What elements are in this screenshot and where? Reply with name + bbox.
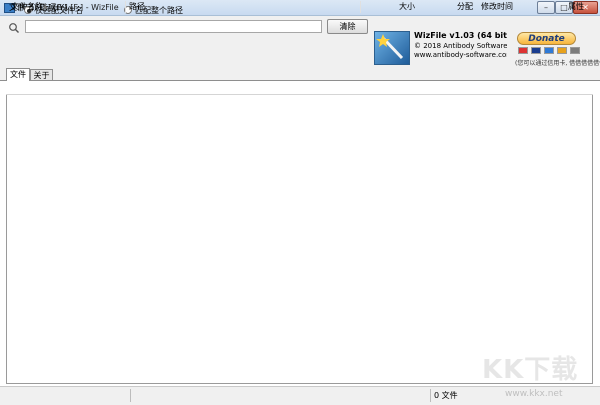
visa-icon [531, 47, 541, 54]
column-header-allocated[interactable]: 分配 [457, 1, 473, 13]
file-count: 0 文件 [434, 391, 458, 400]
discover-icon [557, 47, 567, 54]
app-website[interactable]: www.antibody-software.com [414, 51, 513, 59]
column-header-modified[interactable]: 修改时间 [481, 1, 513, 13]
column-header-size[interactable]: 大小 [399, 1, 415, 13]
list-header [6, 82, 593, 95]
clear-button[interactable]: 清除 [327, 19, 368, 34]
watermark-url: www.kkx.net [505, 389, 563, 399]
app-copyright: © 2018 Antibody Software [414, 42, 508, 50]
app-version: WizFile v1.03 (64 bit) [414, 31, 511, 40]
minimize-button[interactable]: – [537, 1, 555, 14]
status-divider [430, 389, 431, 402]
column-header-attributes[interactable]: 属性 [568, 1, 584, 13]
mastercard-icon [518, 47, 528, 54]
search-input[interactable] [25, 20, 322, 33]
sort-up-icon: ▲ [43, 3, 48, 10]
file-list[interactable] [6, 82, 593, 384]
bank-icon [570, 47, 580, 54]
donate-note: (您可以通过信用卡, 借借借借借借借) [515, 60, 600, 67]
tab-files[interactable]: 文件 [6, 68, 30, 81]
status-divider [130, 389, 131, 402]
column-header-name[interactable]: 文件名称 [11, 1, 126, 13]
tab-about[interactable]: 关于 [30, 69, 53, 81]
wizfile-logo [374, 31, 410, 65]
column-header-path[interactable]: 路径 [129, 1, 361, 13]
donate-button[interactable]: Donate [517, 32, 576, 45]
amex-icon [544, 47, 554, 54]
search-icon [8, 22, 20, 34]
tab-strip [0, 67, 600, 81]
watermark-logo: KK下载 [482, 355, 579, 385]
